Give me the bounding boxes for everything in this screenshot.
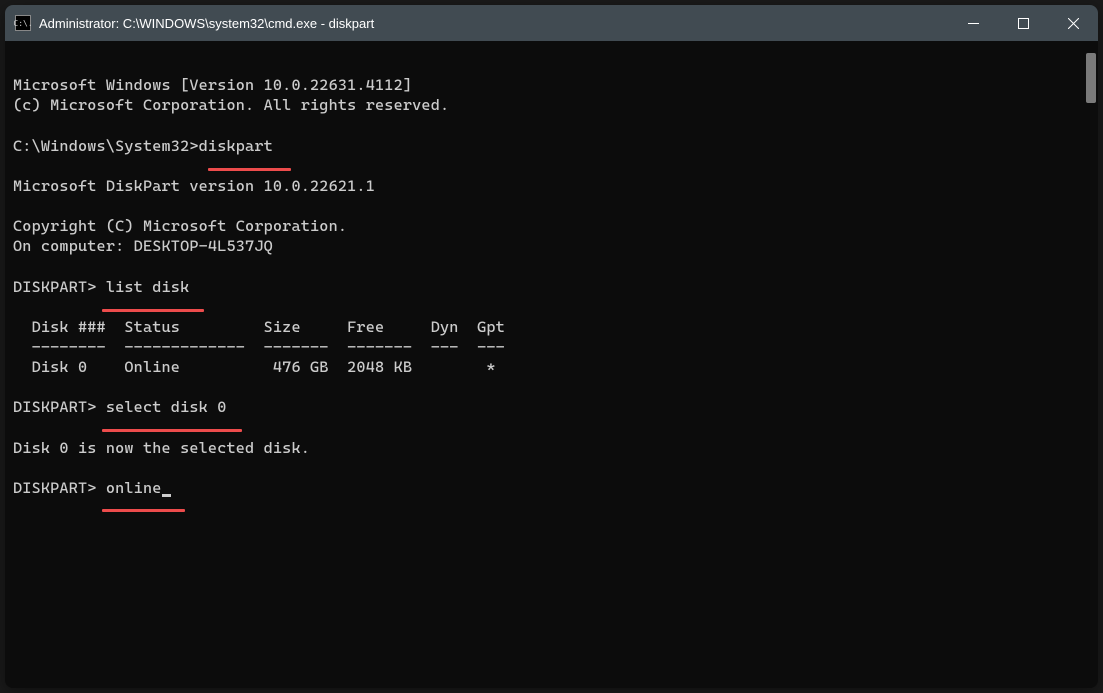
- terminal-output[interactable]: Microsoft Windows [Version 10.0.22631.41…: [5, 41, 1098, 688]
- diskpart-prompt: DISKPART>: [13, 278, 106, 296]
- command-text: diskpart: [199, 137, 273, 155]
- cmd-icon: C:\.: [15, 15, 31, 31]
- diskpart-prompt: DISKPART>: [13, 398, 106, 416]
- table-row: Disk 0 Online 476 GB 2048 KB *: [13, 357, 1090, 377]
- cmd-window: C:\. Administrator: C:\WINDOWS\system32\…: [5, 5, 1098, 688]
- titlebar[interactable]: C:\. Administrator: C:\WINDOWS\system32\…: [5, 5, 1098, 41]
- minimize-icon: [968, 18, 979, 29]
- maximize-icon: [1018, 18, 1029, 29]
- diskpart-prompt: DISKPART>: [13, 479, 106, 497]
- annotation-underline: [102, 429, 242, 432]
- blank-line: [13, 196, 1090, 216]
- prompt-line: DISKPART> online: [13, 478, 1090, 498]
- output-line: Disk 0 is now the selected disk.: [13, 438, 1090, 458]
- output-line: (c) Microsoft Corporation. All rights re…: [13, 95, 1090, 115]
- blank-line: [13, 458, 1090, 478]
- table-header: Disk ### Status Size Free Dyn Gpt: [13, 317, 1090, 337]
- blank-line: [13, 377, 1090, 397]
- maximize-button[interactable]: [998, 5, 1048, 41]
- scrollbar-thumb[interactable]: [1086, 53, 1096, 103]
- annotation-underline: [208, 168, 291, 171]
- prompt-path: C:\Windows\System32>: [13, 137, 199, 155]
- prompt-line: C:\Windows\System32>diskpart: [13, 136, 1090, 156]
- blank-line: [13, 297, 1090, 317]
- minimize-button[interactable]: [948, 5, 998, 41]
- close-button[interactable]: [1048, 5, 1098, 41]
- blank-line: [13, 418, 1090, 438]
- command-text: online: [106, 479, 162, 497]
- command-text: select disk 0: [106, 398, 227, 416]
- output-line: Microsoft Windows [Version 10.0.22631.41…: [13, 75, 1090, 95]
- annotation-underline: [102, 309, 204, 312]
- output-line: Microsoft DiskPart version 10.0.22621.1: [13, 176, 1090, 196]
- annotation-underline: [102, 509, 185, 512]
- table-divider: -------- ------------- ------- ------- -…: [13, 337, 1090, 357]
- output-line: Copyright (C) Microsoft Corporation.: [13, 216, 1090, 236]
- output-line: On computer: DESKTOP-4L537JQ: [13, 236, 1090, 256]
- close-icon: [1068, 18, 1079, 29]
- command-text: list disk: [106, 278, 190, 296]
- blank-line: [13, 156, 1090, 176]
- cursor: [162, 494, 171, 497]
- window-controls: [948, 5, 1098, 41]
- prompt-line: DISKPART> list disk: [13, 277, 1090, 297]
- blank-line: [13, 256, 1090, 276]
- window-title: Administrator: C:\WINDOWS\system32\cmd.e…: [39, 16, 948, 31]
- prompt-line: DISKPART> select disk 0: [13, 397, 1090, 417]
- blank-line: [13, 115, 1090, 135]
